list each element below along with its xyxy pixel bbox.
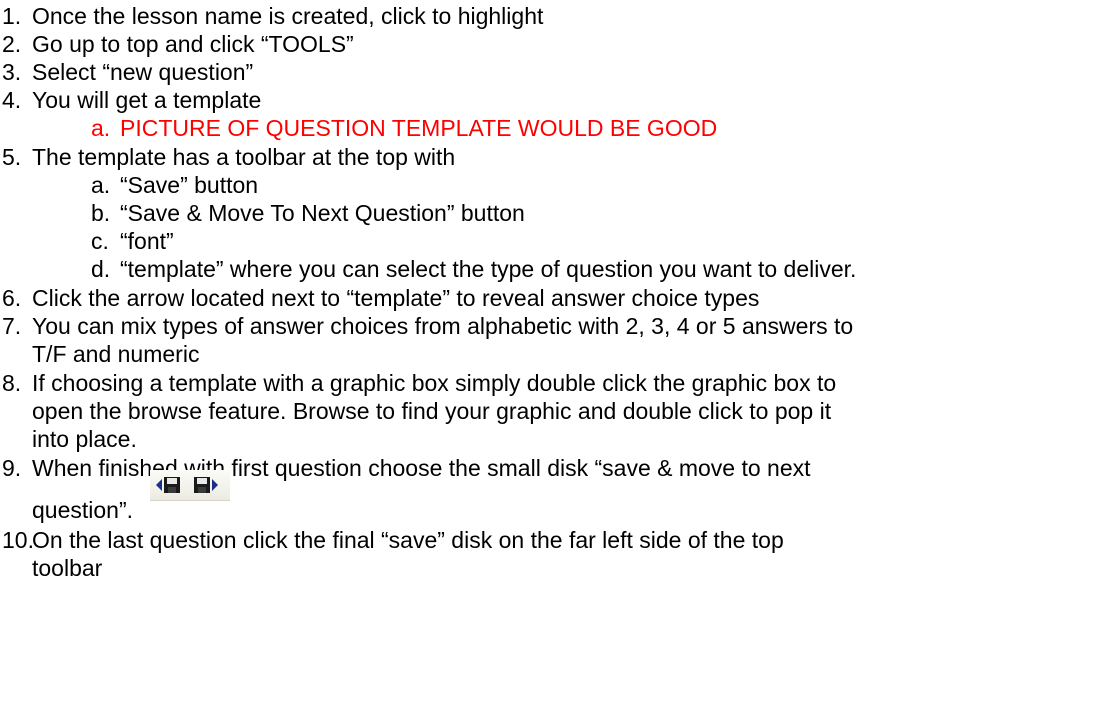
step-text: Select “new question” — [32, 59, 254, 85]
substep-text: “Save” button — [120, 172, 259, 198]
step-number: 10. — [2, 527, 34, 553]
substep-letter: b. — [91, 200, 111, 226]
step-10-continued: toolbar — [32, 555, 103, 581]
step-9-continued: question”. — [32, 497, 134, 523]
save-back-disk-icon — [156, 477, 180, 493]
step-8-continued-2: into place. — [32, 426, 137, 452]
step-7-continued: T/F and numeric — [32, 341, 200, 367]
substep-text: “font” — [120, 228, 174, 254]
step-number: 9. — [2, 455, 22, 481]
step-text: When finished with first question choose… — [32, 455, 811, 481]
substep-text: “Save & Move To Next Question” button — [120, 200, 525, 226]
step-text: You can mix types of answer choices from… — [32, 313, 854, 339]
step-number: 7. — [2, 313, 22, 339]
step-text: Click the arrow located next to “templat… — [32, 285, 760, 311]
step-number: 1. — [2, 3, 22, 29]
step-text: You will get a template — [32, 87, 262, 113]
save-next-disk-icon — [194, 477, 218, 493]
substep-text: PICTURE OF QUESTION TEMPLATE WOULD BE GO… — [120, 115, 718, 141]
step-number: 3. — [2, 59, 22, 85]
step-text: The template has a toolbar at the top wi… — [32, 144, 456, 170]
step-number: 5. — [2, 144, 22, 170]
step-text: Once the lesson name is created, click t… — [32, 3, 544, 29]
step-8-continued: open the browse feature. Browse to find … — [32, 398, 832, 424]
step-text: On the last question click the final “sa… — [32, 527, 784, 553]
substep-text: “template” where you can select the type… — [120, 256, 857, 282]
step-number: 2. — [2, 31, 22, 57]
step-number: 6. — [2, 285, 22, 311]
substep-letter: d. — [91, 256, 111, 282]
step-number: 4. — [2, 87, 22, 113]
save-disks-toolbar-image — [150, 470, 230, 501]
step-text: Go up to top and click “TOOLS” — [32, 31, 354, 57]
step-number: 8. — [2, 370, 22, 396]
substep-letter: a. — [91, 172, 111, 198]
step-text: If choosing a template with a graphic bo… — [32, 370, 837, 396]
substep-letter: a. — [91, 115, 111, 141]
substep-letter: c. — [91, 228, 109, 254]
